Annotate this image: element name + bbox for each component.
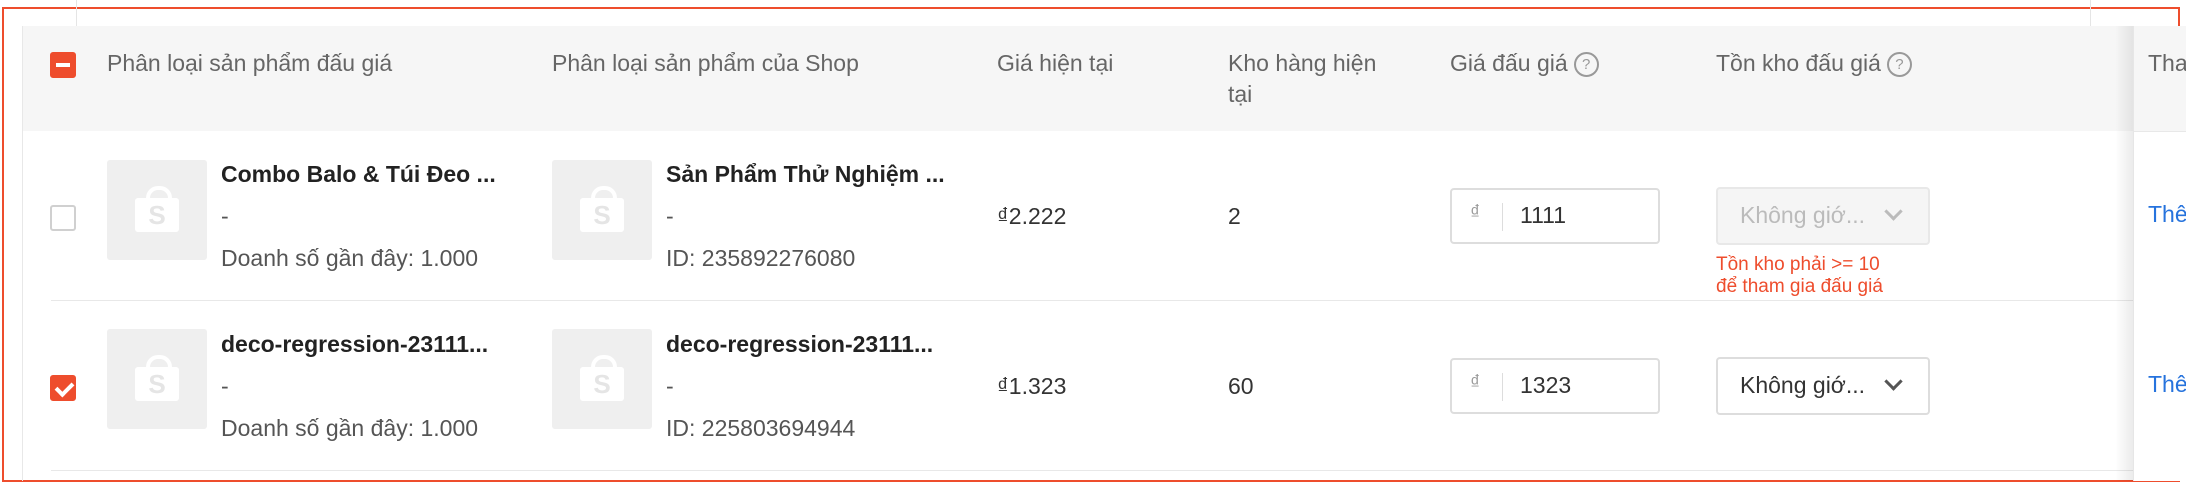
shop-variant-name: deco-regression-23111... (666, 331, 934, 357)
header-action: Thao (2148, 50, 2186, 76)
divider (76, 0, 77, 26)
auction-price-value: 1323 (1520, 372, 1572, 398)
header-current-price: Giá hiện tại (997, 50, 1114, 76)
current-price: ₫1.323 (997, 373, 1067, 399)
table-row: S deco-regression-23111... - Doanh số gầ… (23, 301, 2186, 471)
auction-price-input[interactable]: ₫ 1111 (1450, 188, 1660, 244)
stock-error-message: Tồn kho phải >= 10 để tham gia đấu giá (1716, 254, 1883, 297)
shop-variant-sub: - (666, 373, 674, 399)
currency-symbol: ₫ (1470, 372, 1481, 394)
sticky-column-shadow (2115, 26, 2133, 481)
action-column: Thao Thên Thên (2133, 26, 2186, 481)
header-auction-price-label: Giá đấu giá (1450, 50, 1568, 76)
currency-symbol: ₫ (1470, 202, 1481, 224)
auction-stock-select-value: Không giớ... (1740, 202, 1866, 228)
auction-stock-select-value: Không giớ... (1740, 372, 1866, 398)
header-auction-price: Giá đấu giá? (1450, 48, 1599, 79)
current-stock: 60 (1228, 373, 1254, 399)
add-action-link[interactable]: Thên (2148, 201, 2186, 228)
add-action-link[interactable]: Thên (2148, 371, 2186, 398)
recent-sales: Doanh số gần đây: 1.000 (221, 245, 479, 271)
shopping-bag-icon: S (580, 355, 624, 401)
help-icon[interactable]: ? (1573, 52, 1599, 78)
help-icon[interactable]: ? (1886, 52, 1912, 78)
table-header: Phân loại sản phẩm đấu giá Phân loại sản… (23, 26, 2186, 132)
auction-variant-name: deco-regression-23111... (221, 331, 489, 357)
auction-stock-select[interactable]: Không giớ... (1716, 357, 1930, 415)
chevron-down-icon (1884, 372, 1903, 391)
shop-variant-name: Sản Phẩm Thử Nghiệm ... (666, 161, 945, 187)
header-current-stock: Kho hàng hiện tại (1228, 48, 1376, 110)
divider (2090, 0, 2091, 26)
current-price: ₫2.222 (997, 203, 1067, 229)
auction-price-input[interactable]: ₫ 1323 (1450, 358, 1660, 414)
header-current-stock-line2: tại (1228, 81, 1253, 107)
current-stock: 2 (1228, 203, 1241, 229)
table-row: S Combo Balo & Túi Đeo ... - Doanh số gầ… (23, 131, 2186, 301)
row-checkbox[interactable] (50, 205, 76, 231)
select-all-checkbox[interactable] (50, 52, 76, 78)
shopping-bag-icon: S (135, 186, 179, 232)
row-checkbox[interactable] (50, 375, 76, 401)
header-auction-variant: Phân loại sản phẩm đấu giá (107, 50, 393, 76)
header-auction-stock-label: Tồn kho đấu giá (1716, 50, 1881, 76)
header-shop-variant: Phân loại sản phẩm của Shop (552, 50, 859, 76)
chevron-down-icon (1884, 202, 1903, 221)
auction-variant-sub: - (221, 203, 229, 229)
auction-variant-name: Combo Balo & Túi Đeo ... (221, 161, 496, 187)
header-current-stock-line1: Kho hàng hiện (1228, 50, 1377, 76)
product-thumbnail: S (552, 329, 652, 429)
shop-variant-sub: - (666, 203, 674, 229)
auction-variant-sub: - (221, 373, 229, 399)
auction-variant-table: Phân loại sản phẩm đấu giá Phân loại sản… (22, 26, 2186, 481)
shopping-bag-icon: S (135, 355, 179, 401)
product-thumbnail: S (552, 160, 652, 260)
auction-price-value: 1111 (1520, 202, 1567, 228)
shop-variant-id: ID: 235892276080 (666, 245, 856, 271)
recent-sales: Doanh số gần đây: 1.000 (221, 415, 479, 441)
shop-variant-id: ID: 225803694944 (666, 415, 856, 441)
shopping-bag-icon: S (580, 186, 624, 232)
product-thumbnail: S (107, 329, 207, 429)
product-thumbnail: S (107, 160, 207, 260)
header-auction-stock: Tồn kho đấu giá? (1716, 48, 1912, 79)
auction-stock-select: Không giớ... (1716, 187, 1930, 245)
